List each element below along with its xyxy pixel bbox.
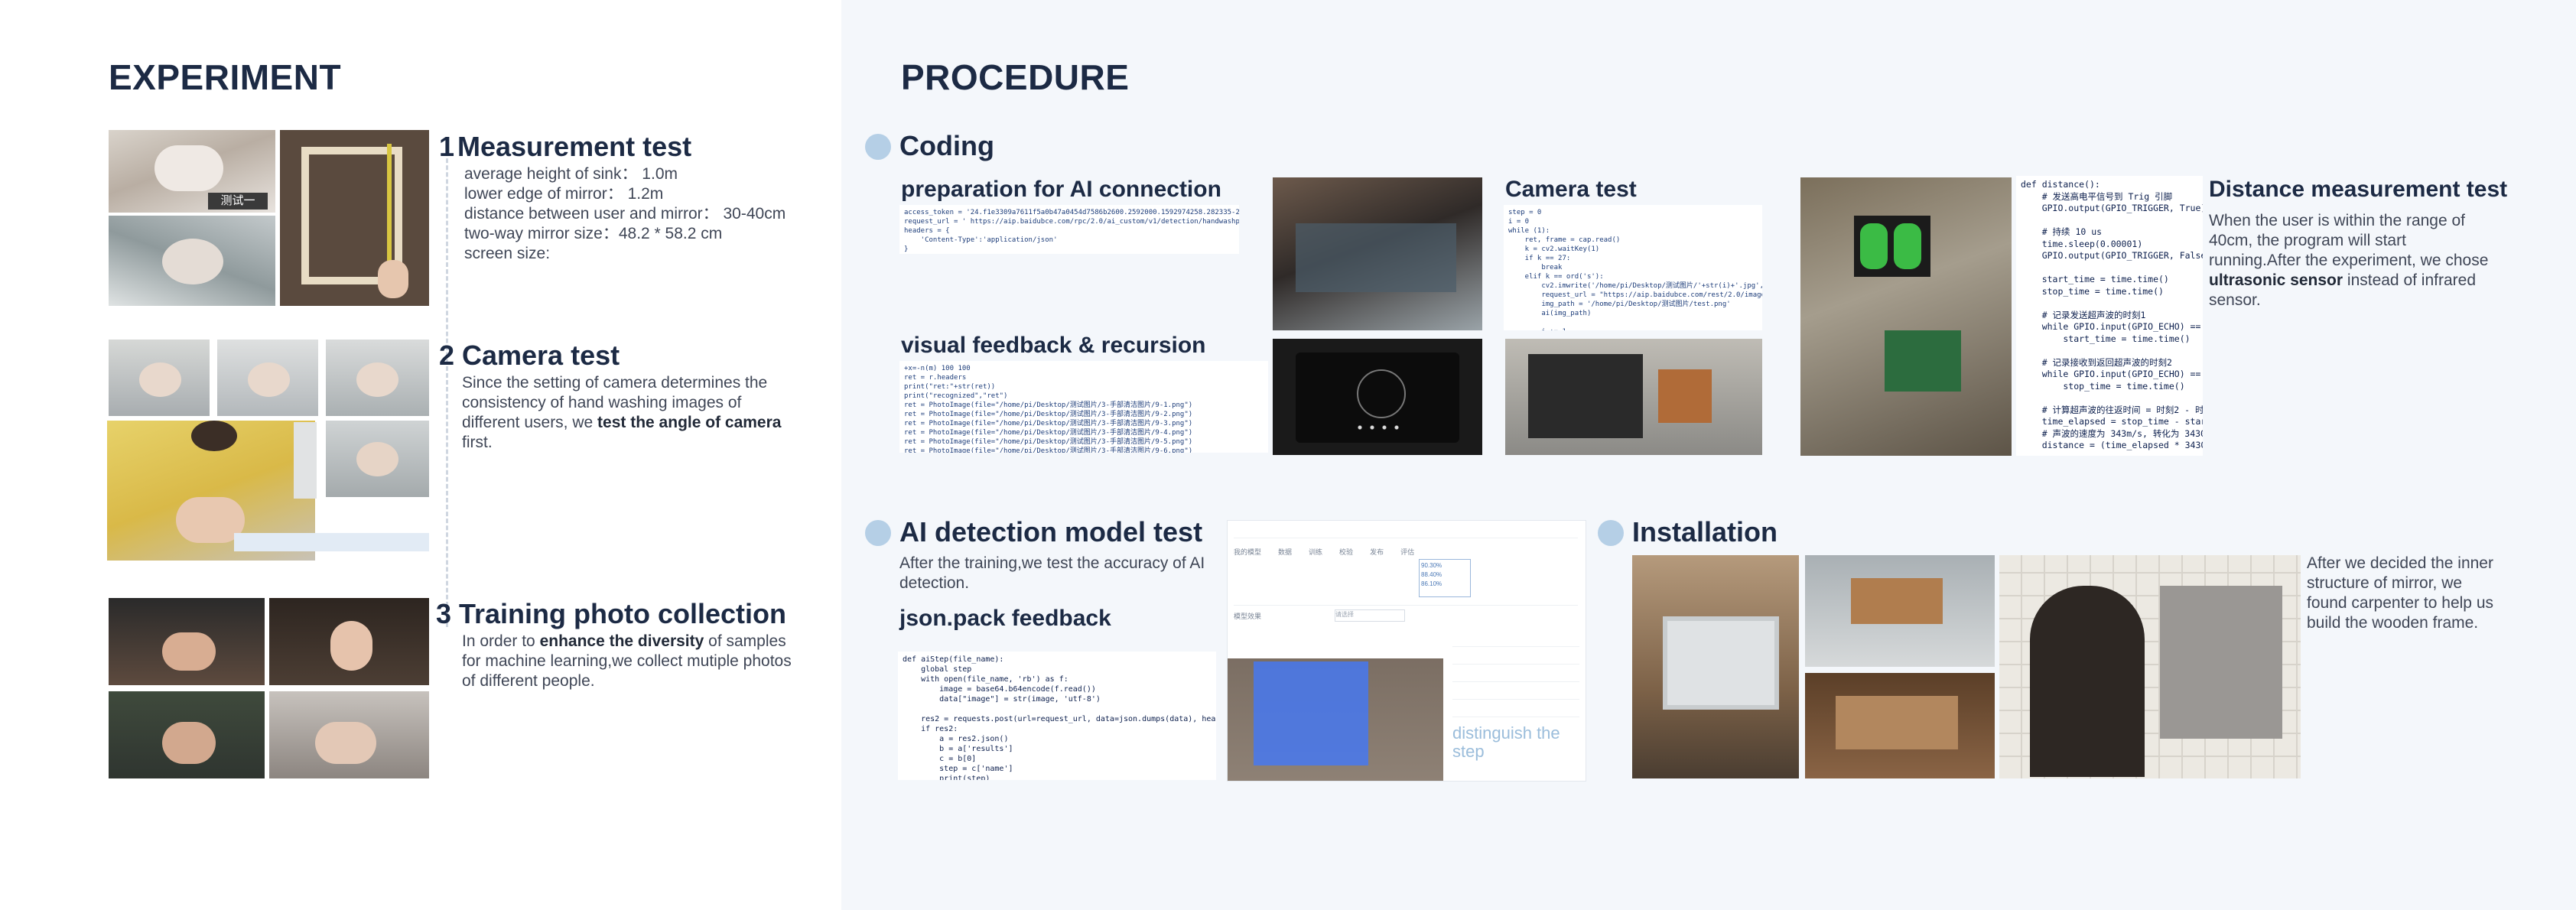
- accuracy-box: 90.30% 88.40% 86.10%: [1419, 559, 1471, 597]
- json-title: json.pack feedback: [899, 606, 1111, 631]
- ai-title: AI detection model test: [899, 516, 1203, 548]
- caption-strip: [234, 533, 429, 551]
- accuracy-value: 90.30%: [1421, 562, 1442, 569]
- result-table: [1452, 635, 1579, 727]
- accuracy-value: 88.40%: [1421, 571, 1442, 578]
- platform-tab[interactable]: 我的模型: [1234, 548, 1261, 556]
- ai-bullet: [865, 520, 891, 546]
- s1-line: two-way mirror size：48.2 * 58.2 cm: [464, 225, 723, 242]
- training-photo: [109, 691, 265, 778]
- camera-hardware-photo: [1505, 339, 1762, 455]
- s1-line: screen size:: [464, 245, 551, 262]
- camera-angle-photo: [109, 340, 210, 416]
- installed-mirror-photo: [1999, 555, 2301, 778]
- distance-code: def distance(): # 发送高电平信号到 Trig 引脚 GPIO.…: [2016, 176, 2203, 456]
- json-code: def aiStep(file_name): global step with …: [898, 652, 1216, 780]
- s1-measurements: average height of sink： 1.0m lower edge …: [464, 164, 831, 264]
- camera-angle-photo: [294, 422, 317, 499]
- camera-test-title: Camera test: [1505, 177, 1637, 202]
- mirror-screen-photo: [1273, 177, 1482, 330]
- procedure-title: PROCEDURE: [901, 57, 1130, 97]
- training-photo: [269, 691, 429, 778]
- distance-highlight: ultrasonic sensor: [2209, 271, 2343, 289]
- platform-tab[interactable]: 校验: [1339, 548, 1353, 556]
- platform-tab[interactable]: 训练: [1309, 548, 1322, 556]
- visual-feedback-code: +x=-n(m) 100 100 ret = r.headers print("…: [899, 361, 1268, 453]
- mirror-frame-photo: [280, 130, 429, 306]
- platform-header: [1234, 525, 1578, 538]
- distance-title: Distance measurement test: [2209, 177, 2508, 202]
- s2-text: first.: [462, 434, 493, 451]
- camera-angle-photo: [326, 340, 429, 416]
- installation-description: After we decided the inner structure of …: [2307, 554, 2494, 632]
- platform-tab[interactable]: 评估: [1400, 548, 1414, 556]
- visual-feedback-title: visual feedback & recursion: [901, 333, 1206, 358]
- training-photo: [109, 598, 265, 685]
- platform-tab[interactable]: 数据: [1278, 548, 1292, 556]
- s3-number: 3: [436, 598, 452, 629]
- training-photo: [269, 598, 429, 685]
- platform-tabs: 我的模型 数据 训练 校验 发布 评估: [1234, 547, 1570, 557]
- prep-title: preparation for AI connection: [901, 177, 1221, 202]
- distance-description: When the user is within the range of 40c…: [2209, 211, 2500, 310]
- installation-photo: [1805, 555, 1995, 667]
- s1-number: 1: [439, 131, 455, 162]
- sink-measure-photo: 测试一: [109, 130, 275, 213]
- timeline-dashed-line: [446, 138, 448, 627]
- screen-feedback-photo: [1273, 339, 1482, 455]
- camera-angle-photo: [217, 340, 318, 416]
- coding-bullet: [865, 134, 891, 160]
- select-dropdown[interactable]: 请选择: [1335, 609, 1405, 622]
- photo-caption: 测试一: [208, 193, 268, 210]
- ultrasonic-sensor-photo: [1800, 177, 2012, 456]
- s1-title: Measurement test: [457, 131, 692, 162]
- ai-description: After the training,we test the accuracy …: [899, 554, 1205, 592]
- installation-photo: [1805, 673, 1995, 778]
- installation-photo: [1632, 555, 1799, 778]
- camera-test-code: step = 0 i = 0 while (1): ret, frame = c…: [1504, 205, 1762, 330]
- s3-text: In order to: [462, 632, 540, 650]
- tap-measure-photo: [109, 216, 275, 306]
- s2-number: 2: [439, 340, 455, 371]
- overlay-caption: distinguish the step: [1452, 723, 1560, 761]
- model-effect-label: 模型效果: [1234, 613, 1262, 620]
- s2-description: Since the setting of camera determines t…: [462, 373, 798, 453]
- experiment-title: EXPERIMENT: [109, 57, 342, 97]
- coding-title: Coding: [899, 130, 994, 161]
- s3-highlight: enhance the diversity: [539, 632, 704, 650]
- installation-bullet: [1598, 520, 1624, 546]
- s1-line: average height of sink： 1.0m: [464, 165, 678, 183]
- s3-description: In order to enhance the diversity of sam…: [462, 632, 806, 691]
- detection-preview-photo: [1228, 658, 1443, 781]
- distance-text: When the user is within the range of 40c…: [2209, 212, 2489, 269]
- s2-title: Camera test: [462, 340, 620, 371]
- prep-code: access_token = '24.f1e3309a7611f5a0b47a0…: [899, 205, 1239, 254]
- camera-angle-photo: [326, 421, 429, 497]
- s2-highlight: test the angle of camera: [597, 414, 782, 431]
- s1-line: distance between user and mirror： 30-40c…: [464, 205, 786, 223]
- detection-bounding-box: [1254, 661, 1368, 765]
- accuracy-value: 86.10%: [1421, 580, 1442, 587]
- s3-title: Training photo collection: [459, 598, 786, 629]
- platform-tab[interactable]: 发布: [1370, 548, 1384, 556]
- ai-platform-screenshot: 我的模型 数据 训练 校验 发布 评估 90.30% 88.40% 86.10% 模型效果…: [1227, 520, 1586, 782]
- s1-line: lower edge of mirror： 1.2m: [464, 185, 664, 203]
- installation-title: Installation: [1632, 516, 1778, 548]
